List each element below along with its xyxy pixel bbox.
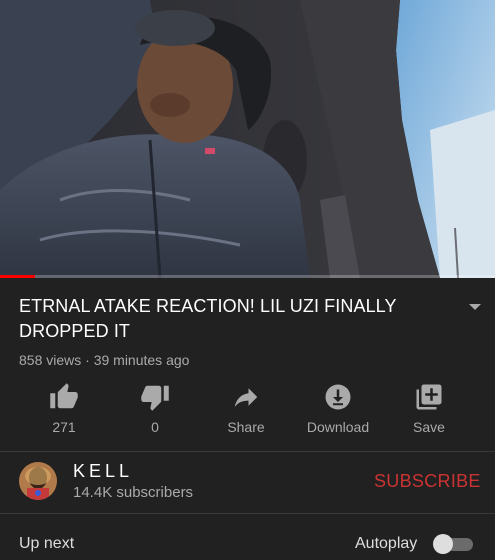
video-frame (0, 0, 495, 278)
progress-bar[interactable] (0, 275, 495, 278)
subscriber-count: 14.4K subscribers (73, 484, 194, 501)
thumbs-down-icon (141, 385, 169, 411)
expand-description-button[interactable] (466, 300, 484, 314)
divider (0, 451, 495, 452)
channel-avatar[interactable] (19, 462, 57, 500)
share-button[interactable]: Share (206, 382, 286, 435)
divider (0, 513, 495, 514)
add-to-playlist-icon (416, 384, 442, 410)
download-icon (325, 384, 351, 410)
video-player[interactable] (0, 0, 495, 278)
download-label: Download (306, 419, 370, 435)
watch-page: ETRNAL ATAKE REACTION! LIL UZI FINALLY D… (0, 0, 495, 560)
share-icon (234, 388, 258, 407)
thumbs-up-icon (50, 383, 78, 409)
like-count: 271 (52, 419, 76, 435)
up-next-label: Up next (19, 535, 75, 552)
autoplay-toggle[interactable] (433, 534, 477, 554)
autoplay-label: Autoplay (355, 535, 418, 552)
like-button[interactable]: 271 (24, 382, 104, 435)
download-button[interactable]: Download (298, 382, 378, 435)
save-button[interactable]: Save (389, 382, 469, 435)
subscribe-button[interactable]: SUBSCRIBE (374, 471, 481, 492)
channel-name[interactable]: KELL (73, 461, 133, 482)
toggle-knob (433, 534, 453, 554)
dislike-button[interactable]: 0 (115, 382, 195, 435)
video-meta: 858 views · 39 minutes ago (19, 352, 190, 368)
share-label: Share (227, 419, 265, 435)
avatar-image (19, 462, 57, 500)
dislike-count: 0 (151, 419, 159, 435)
chevron-down-icon (469, 304, 481, 310)
save-label: Save (413, 419, 445, 435)
progress-fill (0, 275, 35, 278)
video-title: ETRNAL ATAKE REACTION! LIL UZI FINALLY D… (19, 296, 397, 341)
